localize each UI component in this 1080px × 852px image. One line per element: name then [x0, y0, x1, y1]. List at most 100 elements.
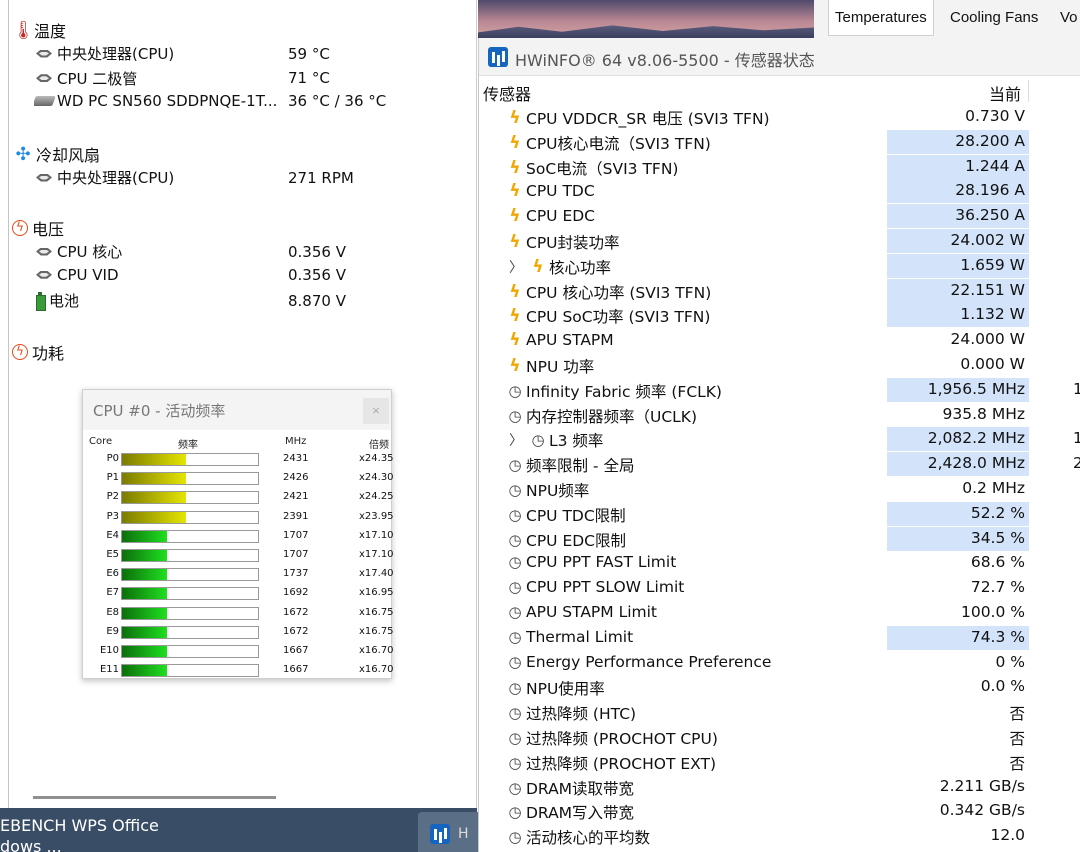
cpu-chip-icon [34, 74, 54, 82]
sensor-current-value: 935.8 MHz [942, 404, 1025, 423]
sensor-row[interactable]: ϟ NPU 功率 0.000 W [479, 353, 1080, 377]
horizontal-scrollbar[interactable] [33, 796, 276, 799]
sensor-row[interactable]: ◷ 内存控制器频率（UCLK) 935.8 MHz [479, 403, 1080, 427]
lightning-icon: ϟ [509, 132, 521, 153]
chevron-right-icon[interactable]: 〉 [509, 430, 523, 450]
sensor-row[interactable]: ϟ CPU核心电流（SVI3 TFN) 28.200 A [479, 129, 1080, 154]
sensor-item[interactable]: 中央处理器(CPU) 59 °C [34, 43, 464, 64]
cpu-frequency-gadget[interactable]: CPU #0 - 活动频率 × Core 频率 MHz 倍频 P0 2431 x24… [82, 389, 393, 679]
gadget-titlebar[interactable]: CPU #0 - 活动频率 × [83, 390, 391, 430]
core-name: E9 [106, 625, 119, 637]
tab-cooling-fans[interactable]: Cooling Fans [944, 0, 1044, 36]
sensor-item[interactable]: 中央处理器(CPU) 271 RPM [34, 167, 464, 188]
sensor-row[interactable]: ϟ CPU SoC功率 (SVI3 TFN) 1.132 W [479, 303, 1080, 328]
sensor-item[interactable]: 电池 8.870 V [34, 290, 464, 311]
sensor-item-label-wrap: 中央处理器(CPU) [34, 43, 288, 64]
sensor-row[interactable]: ϟ APU STAPM 24.000 W [479, 328, 1080, 352]
sensor-group[interactable]: ϟ 电压 [12, 216, 64, 240]
sensor-row[interactable]: ◷ 过热降频 (PROCHOT CPU) 否 [479, 725, 1080, 749]
clock-icon: ◷ [508, 481, 522, 499]
tab-voltages[interactable]: Vo [1054, 0, 1080, 36]
sensor-value-cell: 0.2 MHz [887, 477, 1029, 501]
sensor-min-value-fragment: 1 [1073, 429, 1080, 448]
column-sensor[interactable]: 传感器 [483, 81, 531, 105]
sensor-value-cell: 2.211 GB/s [887, 775, 1029, 799]
core-multiplier: x16.75 [359, 606, 393, 618]
sensor-row[interactable]: ◷ Thermal Limit 74.3 % [479, 625, 1080, 650]
sensor-row[interactable]: ◷ CPU PPT FAST Limit 68.6 % [479, 551, 1080, 575]
sensor-name: L3 频率 [549, 432, 604, 451]
sensor-row[interactable]: ◷ NPU使用率 0.0 % [479, 675, 1080, 699]
sensor-row[interactable]: ϟ CPU EDC 36.250 A [479, 204, 1080, 229]
sensor-group-label: 功耗 [32, 344, 65, 363]
sensor-value-cell: 否 [887, 700, 1029, 724]
sensor-group[interactable]: 🌡 温度 [12, 18, 66, 42]
sensor-min-value-fragment: 1 [1073, 379, 1080, 398]
thermometer-icon: 🌡 [12, 19, 35, 41]
sensor-row[interactable]: ◷ Energy Performance Preference 0 % [479, 651, 1080, 675]
lightning-icon: ϟ [509, 281, 521, 302]
sensor-row[interactable]: ◷ 活动核心的平均数 12.0 [479, 824, 1080, 848]
column-current[interactable]: 当前 [989, 81, 1021, 105]
hwinfo-sensor-window[interactable]: HWiNFO® 64 v8.06-5500 - 传感器状态 传感器 当前 ϟ CP… [478, 38, 1080, 852]
sensor-name: CPU PPT SLOW Limit [526, 578, 685, 597]
chevron-right-icon[interactable]: 〉 [509, 257, 523, 277]
taskbar-label[interactable]: EBENCH WPS Office [0, 816, 159, 835]
sensor-group[interactable]: ϟ 功耗 [12, 340, 64, 364]
sensor-current-value: 52.2 % [970, 503, 1025, 522]
sensor-value-cell: 0.342 GB/s [887, 799, 1029, 823]
sensor-row[interactable]: ◷ CPU EDC限制 34.5 % [479, 526, 1080, 551]
sensor-row[interactable]: ϟ CPU 核心功率 (SVI3 TFN) 22.151 W [479, 278, 1080, 303]
sensor-row[interactable]: ◷ DRAM写入带宽 0.342 GB/s [479, 799, 1080, 823]
sensor-row[interactable]: ◷ Infinity Fabric 频率 (FCLK) 1,956.5 MHz 1 [479, 377, 1080, 402]
frequency-bar [121, 510, 259, 524]
sensor-name: CPU核心电流（SVI3 TFN) [526, 134, 711, 153]
sensor-row[interactable]: ◷ 频率限制 - 全局 2,428.0 MHz 2 [479, 452, 1080, 477]
sensor-row[interactable]: ϟ SoC电流（SVI3 TFN) 1.244 A [479, 154, 1080, 179]
sensor-item[interactable]: WD PC SN560 SDDPNQE-1T... 36 °C / 36 °C [34, 92, 464, 110]
sensor-item[interactable]: CPU 二极管 71 °C [34, 68, 464, 89]
frequency-bar [121, 491, 259, 505]
sensor-row[interactable]: ϟ CPU VDDCR_SR 电压 (SVI3 TFN) 0.730 V [479, 105, 1080, 129]
frequency-bar-fill [122, 550, 167, 561]
sensor-current-value: 24.000 W [950, 330, 1026, 349]
window-titlebar[interactable]: HWiNFO® 64 v8.06-5500 - 传感器状态 [479, 38, 1080, 76]
sensor-item-label: 中央处理器(CPU) [57, 169, 175, 187]
sensor-item[interactable]: CPU VID 0.356 V [34, 266, 464, 284]
sensor-item-label: CPU VID [57, 265, 119, 284]
sensor-item-value: 36 °C / 36 °C [288, 92, 387, 111]
frequency-bar [121, 587, 259, 601]
core-row: P1 2426 x24.30 [83, 469, 393, 488]
frequency-bar-fill [122, 665, 167, 677]
sensor-row[interactable]: ◷ APU STAPM Limit 100.0 % [479, 601, 1080, 625]
sensor-item-label-wrap: 电池 [34, 290, 288, 311]
sensor-item-label: WD PC SN560 SDDPNQE-1T... [57, 92, 278, 111]
sensor-row[interactable]: ◷ CPU TDC限制 52.2 % [479, 501, 1080, 526]
taskbar-hwinfo-button[interactable]: H [418, 812, 478, 852]
clock-icon: ◷ [508, 652, 522, 671]
sensor-item-label: CPU 二极管 [57, 69, 138, 88]
sensor-row[interactable]: ◷ CPU PPT SLOW Limit 72.7 % [479, 576, 1080, 600]
core-mhz: 1672 [283, 625, 309, 637]
sensor-name-wrap: ◷ NPU使用率 [507, 677, 604, 699]
sensor-row[interactable]: ϟ CPU封装功率 24.002 W [479, 229, 1080, 253]
sensor-row[interactable]: ◷ NPU频率 0.2 MHz [479, 477, 1080, 501]
sensor-current-value: 2,428.0 MHz [927, 454, 1025, 473]
sensor-row[interactable]: ◷ 过热降频 (PROCHOT EXT) 否 [479, 750, 1080, 774]
sensor-row[interactable]: 〉 ◷ L3 频率 2,082.2 MHz 1 [479, 427, 1080, 452]
gadget-close-button[interactable]: × [363, 398, 389, 424]
sensor-row[interactable]: ◷ 过热降频 (HTC) 否 [479, 700, 1080, 724]
sensor-name: NPU 功率 [526, 358, 595, 376]
sensor-group[interactable]: ✣ 冷却风扇 [12, 142, 100, 166]
sensor-item-label: CPU 核心 [57, 243, 123, 261]
sensor-item-value: 271 RPM [288, 168, 354, 187]
sensor-current-value: 28.196 A [955, 181, 1025, 200]
sensor-row[interactable]: 〉 ϟ 核心功率 1.659 W [479, 253, 1080, 278]
tab-temperatures[interactable]: Temperatures [828, 0, 934, 36]
taskbar-sublabel[interactable]: dows ... [0, 837, 62, 852]
sensor-row[interactable]: ϟ CPU TDC 28.196 A [479, 179, 1080, 204]
sensor-name: DRAM读取带宽 [526, 779, 635, 798]
column-separator[interactable] [1028, 80, 1029, 102]
sensor-item[interactable]: CPU 核心 0.356 V [34, 241, 464, 262]
sensor-row[interactable]: ◷ DRAM读取带宽 2.211 GB/s [479, 775, 1080, 799]
